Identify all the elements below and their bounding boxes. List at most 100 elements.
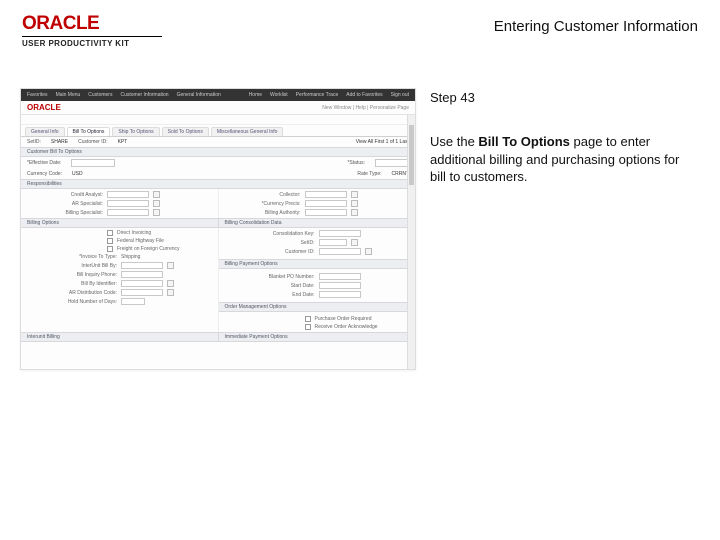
billing-authority-field bbox=[305, 209, 347, 216]
collector-field bbox=[305, 191, 347, 198]
order-ack-check bbox=[305, 324, 311, 330]
nav-item: Customers bbox=[88, 92, 112, 98]
lookup-icon bbox=[153, 191, 160, 198]
cons-custid-field bbox=[319, 248, 361, 255]
tab-misc-general-info: Miscellaneous General Info bbox=[211, 127, 284, 136]
status-value bbox=[375, 159, 409, 167]
start-date-field bbox=[319, 282, 361, 289]
billing-options-grid: Direct Invoicing Federal Highway File Fr… bbox=[21, 228, 415, 332]
section-responsibilities: Responsibilities bbox=[21, 179, 415, 189]
federal-highway-label: Federal Highway File bbox=[117, 238, 164, 244]
nav-item: Worklist bbox=[270, 92, 288, 98]
currency-precis-label: *Currency Precis: bbox=[225, 201, 301, 207]
ar-specialist-label: AR Specialist: bbox=[27, 201, 103, 207]
end-date-label: End Date: bbox=[225, 292, 315, 298]
blanket-po-label: Blanket PO Number: bbox=[225, 274, 315, 280]
thumb-brand-bar: ORACLE New Window | Help | Personalize P… bbox=[21, 101, 415, 115]
currency-label: Currency Code: bbox=[27, 171, 62, 177]
nav-item: Add to Favorites bbox=[346, 92, 382, 98]
app-screenshot-thumbnail: Favorites Main Menu Customers Customer I… bbox=[20, 88, 416, 370]
ar-dist-code-field bbox=[121, 289, 163, 296]
invoice-to-type-label: *Invoice To Type: bbox=[27, 254, 117, 260]
lookup-icon bbox=[153, 200, 160, 207]
invoice-to-type-value: Shipping bbox=[121, 254, 140, 260]
nav-item: Main Menu bbox=[56, 92, 81, 98]
eff-date-value bbox=[71, 159, 115, 167]
oracle-upk-logo: ORACLE USER PRODUCTIVITY KIT bbox=[22, 14, 162, 48]
thumb-effdate-row: *Effective Date: *Status: bbox=[21, 157, 415, 169]
section-interunit-billing: Interunit Billing bbox=[21, 332, 218, 342]
custid-label: Customer ID: bbox=[78, 139, 107, 145]
consolidation-key-field bbox=[319, 230, 361, 237]
credit-analyst-label: Credit Analyst: bbox=[27, 192, 103, 198]
bill-by-identifier-label: Bill By Identifier: bbox=[27, 281, 117, 287]
direct-invoicing-check bbox=[107, 230, 113, 236]
billing-specialist-label: Billing Specialist: bbox=[27, 210, 103, 216]
start-date-label: Start Date: bbox=[225, 283, 315, 289]
lookup-icon bbox=[365, 248, 372, 255]
interunit-billby-field bbox=[121, 262, 163, 269]
lookup-icon bbox=[153, 209, 160, 216]
order-ack-label: Receive Order Acknowledge bbox=[315, 324, 378, 330]
billing-authority-label: Billing Authority: bbox=[225, 210, 301, 216]
currency-precis-field bbox=[305, 200, 347, 207]
thumb-oracle-logo: ORACLE bbox=[27, 103, 61, 112]
upk-label: USER PRODUCTIVITY KIT bbox=[22, 39, 162, 48]
lookup-icon bbox=[351, 239, 358, 246]
instr-prefix: Use the bbox=[430, 134, 478, 149]
thumb-brand-links: New Window | Help | Personalize Page bbox=[322, 105, 409, 111]
cons-setid-label: SetID: bbox=[225, 240, 315, 246]
po-required-label: Purchase Order Required bbox=[315, 316, 372, 322]
ar-specialist-field bbox=[107, 200, 149, 207]
instr-bold: Bill To Options bbox=[478, 134, 569, 149]
instruction-panel: Step 43 Use the Bill To Options page to … bbox=[430, 88, 690, 186]
federal-highway-check bbox=[107, 238, 113, 244]
thumb-id-row: SetID: SHARE Customer ID: KPT View All F… bbox=[21, 137, 415, 147]
end-date-field bbox=[319, 291, 361, 298]
cons-setid-field bbox=[319, 239, 347, 246]
nav-item: Favorites bbox=[27, 92, 48, 98]
thumb-top-nav: Favorites Main Menu Customers Customer I… bbox=[21, 89, 415, 101]
bill-inquiry-phone-field bbox=[121, 271, 163, 278]
thumb-currency-row: Currency Code: USD Rate Type: CRRNT bbox=[21, 169, 415, 179]
consolidation-key-label: Consolidation Key: bbox=[225, 231, 315, 237]
bill-by-identifier-field bbox=[121, 280, 163, 287]
section-customer-bill-to: Customer Bill To Options bbox=[21, 147, 415, 157]
bill-inquiry-phone-label: Bill Inquiry Phone: bbox=[27, 272, 117, 278]
lookup-icon bbox=[351, 200, 358, 207]
thumb-scrollbar bbox=[407, 115, 415, 369]
foreign-currency-check bbox=[107, 246, 113, 252]
eff-date-label: *Effective Date: bbox=[27, 160, 61, 166]
thumb-window-links bbox=[21, 115, 415, 125]
nav-item: Home bbox=[249, 92, 262, 98]
collector-label: Collector: bbox=[225, 192, 301, 198]
oracle-wordmark: ORACLE bbox=[22, 14, 162, 33]
nav-item: General Information bbox=[177, 92, 221, 98]
nav-item: Customer Information bbox=[120, 92, 168, 98]
logo-divider bbox=[22, 36, 162, 37]
ar-dist-code-label: AR Distribution Code: bbox=[27, 290, 117, 296]
tab-sold-to-options: Sold To Options bbox=[162, 127, 209, 136]
section-immediate-payment: Immediate Payment Options bbox=[218, 332, 416, 342]
interunit-billby-label: InterUnit Bill By: bbox=[27, 263, 117, 269]
hold-days-field bbox=[121, 298, 145, 305]
page-title: Entering Customer Information bbox=[494, 18, 698, 35]
nav-item: Sign out bbox=[391, 92, 409, 98]
lookup-icon bbox=[167, 262, 174, 269]
lookup-icon bbox=[167, 280, 174, 287]
responsibilities-grid: Credit Analyst: AR Specialist: Billing S… bbox=[21, 189, 415, 218]
tab-ship-to-options: Ship To Options bbox=[112, 127, 159, 136]
section-order-management: Order Management Options bbox=[219, 302, 416, 312]
custid-value: KPT bbox=[118, 139, 128, 145]
setid-label: SetID: bbox=[27, 139, 41, 145]
view-all-meta: View All First 1 of 1 Last bbox=[356, 139, 409, 145]
lookup-icon bbox=[167, 289, 174, 296]
section-billing-consolidation: Billing Consolidation Data bbox=[218, 218, 416, 228]
po-required-check bbox=[305, 316, 311, 322]
tab-bill-to-options: Bill To Options bbox=[67, 127, 111, 136]
thumb-tabs: General Info Bill To Options Ship To Opt… bbox=[21, 125, 415, 137]
hold-days-label: Hold Number of Days: bbox=[27, 299, 117, 305]
direct-invoicing-label: Direct Invoicing bbox=[117, 230, 151, 236]
tab-general-info: General Info bbox=[25, 127, 65, 136]
blanket-po-field bbox=[319, 273, 361, 280]
